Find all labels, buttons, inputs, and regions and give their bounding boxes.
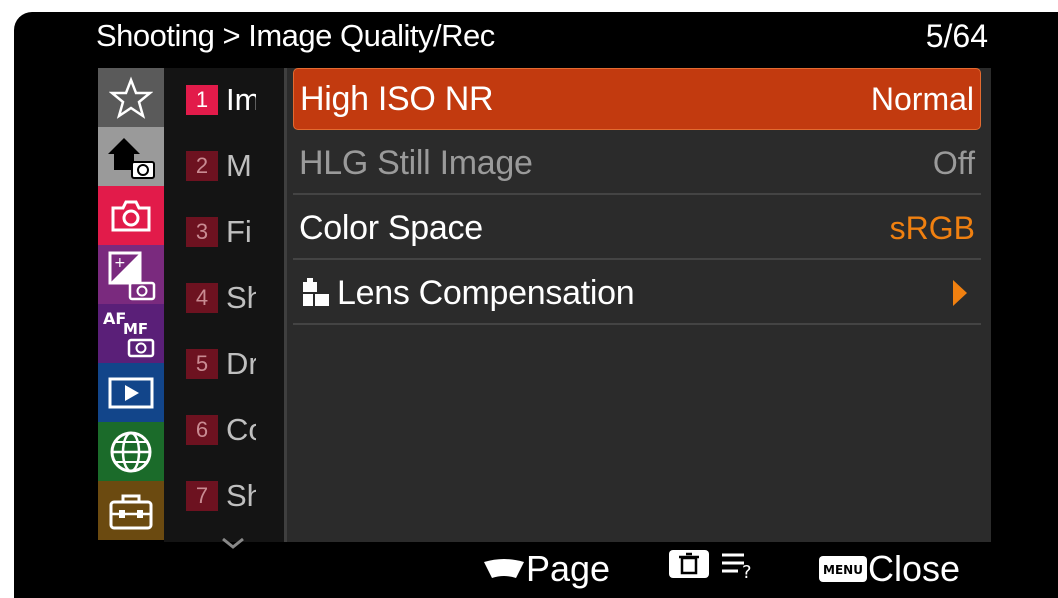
subpage-item-2[interactable]: 2 M	[186, 146, 256, 186]
subpage-label: Sh	[226, 280, 256, 315]
subpage-number: 1	[186, 85, 218, 115]
subpage-item-7[interactable]: 7 Sh	[186, 476, 256, 516]
menu-item-value: Normal	[870, 80, 974, 117]
camera-menu-screen: Shooting > Image Quality/Rec 5/64 + AF M…	[14, 12, 1058, 598]
menu-button-text: MENU	[823, 563, 863, 577]
subpage-label: Fi	[226, 214, 252, 249]
tab-playback[interactable]	[98, 363, 164, 422]
menu-item-color-space[interactable]: Color Space sRGB	[293, 198, 981, 260]
tab-shooting[interactable]	[98, 186, 164, 245]
breadcrumb: Shooting > Image Quality/Rec	[96, 18, 495, 53]
subpage-number: 4	[186, 283, 218, 313]
svg-text:MF: MF	[123, 320, 148, 338]
menu-item-label: Color Space	[299, 208, 483, 247]
menu-item-hlg-still-image[interactable]: HLG Still Image Off	[293, 133, 981, 195]
subpage-item-5[interactable]: 5 Dr	[186, 344, 256, 384]
home-camera-icon	[108, 137, 155, 179]
tab-setup[interactable]	[98, 481, 164, 540]
menu-item-value: sRGB	[889, 209, 975, 246]
subpage-number: 2	[186, 151, 218, 181]
subpage-number: 5	[186, 349, 218, 379]
footer-hints: Page ? MENU Close	[14, 542, 1058, 598]
lens-icon	[303, 278, 329, 306]
menu-item-label-wrap: Lens Compensation	[293, 273, 635, 313]
subpage-item-6[interactable]: 6 Co	[186, 410, 256, 450]
menu-button-icon: MENU	[819, 556, 867, 582]
menu-item-label: Lens Compensation	[337, 273, 635, 312]
menu-item-label: HLG Still Image	[299, 143, 533, 182]
af-mf-camera-icon: AF MF	[103, 309, 155, 357]
page-indicator: 5/64	[925, 18, 988, 54]
toolbox-icon	[109, 494, 153, 529]
menu-item-lens-compensation[interactable]: Lens Compensation	[293, 263, 981, 325]
tab-my-menu[interactable]	[98, 68, 164, 127]
chevron-right-icon	[953, 280, 967, 306]
subpage-list: 1 Im 2 M 3 Fi 4 Sh 5 Dr 6 Co 7 Sh	[164, 68, 284, 542]
trash-icon	[669, 550, 709, 578]
subpage-label: M	[226, 148, 252, 183]
star-icon	[109, 76, 153, 119]
close-hint-label: Close	[868, 548, 961, 589]
delete-help-hint[interactable]: ?	[668, 548, 760, 580]
close-hint[interactable]: MENU Close	[818, 548, 960, 590]
subpage-label: Sh	[226, 478, 256, 513]
svg-text:+: +	[114, 255, 126, 271]
subpage-number: 6	[186, 415, 218, 445]
subpage-item-3[interactable]: 3 Fi	[186, 212, 256, 252]
tab-main[interactable]	[98, 127, 164, 186]
svg-text:?: ?	[742, 562, 752, 580]
menu-item-label: High ISO NR	[300, 79, 494, 118]
page-hint[interactable]: Page	[482, 548, 610, 590]
category-tabs: + AF MF	[98, 68, 164, 542]
tab-focus[interactable]: AF MF	[98, 304, 164, 363]
menu-panel: High ISO NR Normal HLG Still Image Off C…	[284, 68, 991, 542]
subpage-number: 7	[186, 481, 218, 511]
subpage-number: 3	[186, 217, 218, 247]
tab-exposure[interactable]: +	[98, 245, 164, 304]
page-hint-label: Page	[526, 548, 611, 589]
globe-icon	[110, 431, 152, 472]
subpage-label: Dr	[226, 346, 256, 381]
control-wheel-icon	[484, 559, 524, 578]
subpage-item-4[interactable]: 4 Sh	[186, 278, 256, 318]
help-icon: ?	[722, 553, 752, 580]
menu-item-high-iso-nr[interactable]: High ISO NR Normal	[293, 68, 981, 130]
subpage-label: Co	[226, 412, 256, 447]
subpage-label: Im	[226, 82, 256, 117]
subpage-item-1[interactable]: 1 Im	[186, 80, 256, 120]
playback-icon	[108, 377, 154, 408]
menu-header: Shooting > Image Quality/Rec 5/64	[14, 12, 1058, 64]
camera-icon	[111, 200, 151, 231]
menu-item-value: Off	[932, 144, 975, 181]
tab-network[interactable]	[98, 422, 164, 481]
exposure-camera-icon: +	[108, 251, 156, 300]
